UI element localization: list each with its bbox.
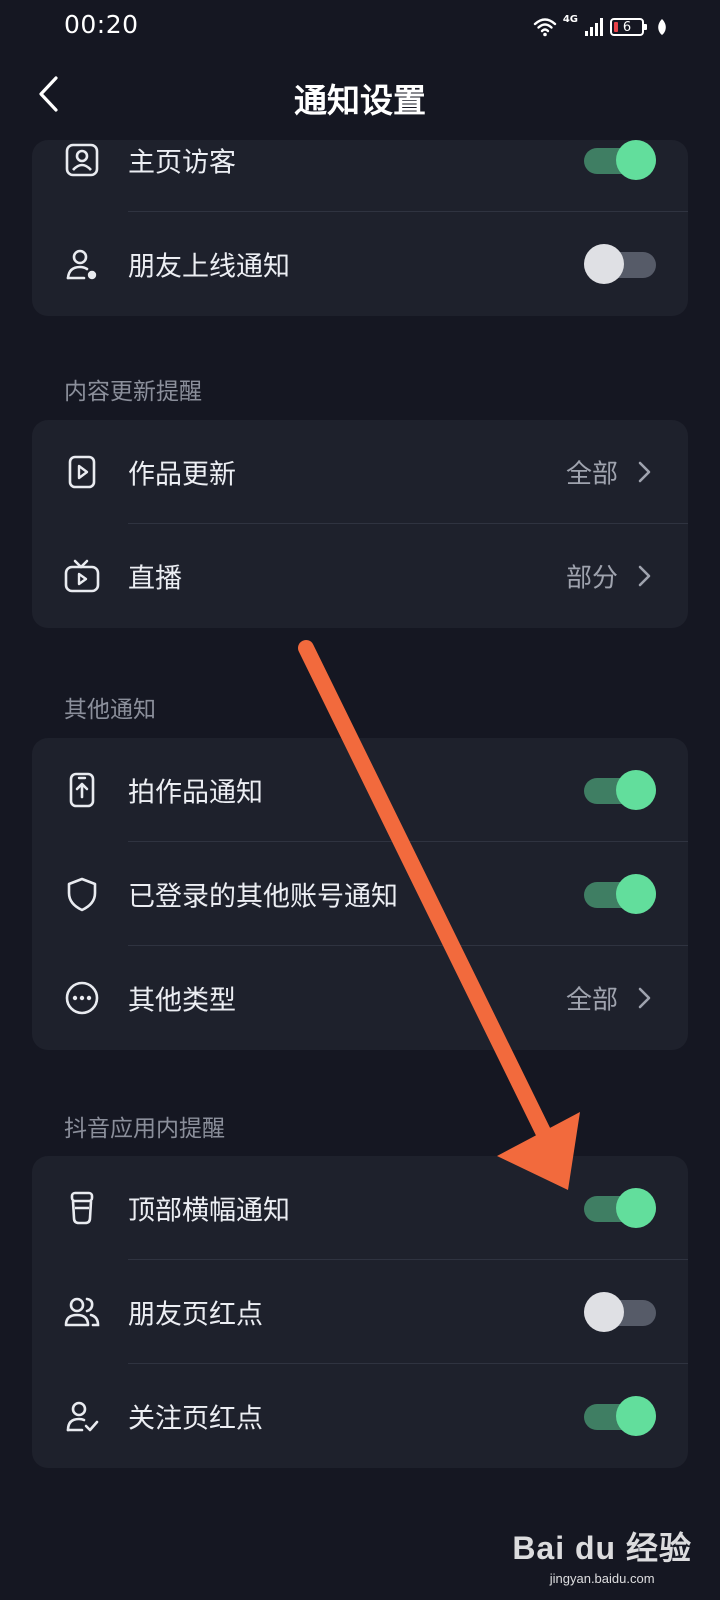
phone-upload-icon [62,770,102,810]
toggle-knob [616,874,656,914]
more-circle-icon [62,978,102,1018]
row-friends-red-dot[interactable]: 朋友页红点 [32,1260,688,1364]
shoot-works-toggle[interactable] [584,770,656,810]
row-live[interactable]: 直播 部分 [32,524,688,628]
row-label: 朋友上线通知 [128,251,290,283]
person-check-icon [62,1396,102,1436]
row-top-banner[interactable]: 顶部横幅通知 [32,1156,688,1260]
card-other: 拍作品通知 已登录的其他账号通知 其他类型 全部 [32,738,688,1050]
leaf-icon [658,19,666,35]
row-other-accounts[interactable]: 已登录的其他账号通知 [32,842,688,946]
card-social: 主页访客 朋友上线通知 [32,140,688,316]
person-card-icon [62,140,102,180]
baidu-jingyan-watermark: Bai du 经验 jingyan.baidu.com [512,1523,692,1586]
friends-red-dot-toggle[interactable] [584,1292,656,1332]
network-type-label: 4G [562,13,578,25]
status-bar: 00:20 4G 6 [0,0,720,54]
row-label: 作品更新 [128,459,236,491]
person-online-icon [62,244,102,284]
chevron-right-icon [638,461,651,483]
tv-icon [62,556,102,596]
toggle-knob [616,140,656,180]
toggle-knob [584,244,624,284]
row-homepage-visitors[interactable]: 主页访客 [32,140,688,212]
row-label: 关注页红点 [128,1403,263,1435]
row-label: 朋友页红点 [128,1299,263,1331]
row-following-red-dot[interactable]: 关注页红点 [32,1364,688,1468]
friends-icon [62,1292,102,1332]
top-banner-toggle[interactable] [584,1188,656,1228]
row-other-types[interactable]: 其他类型 全部 [32,946,688,1050]
battery-icon: 6 [610,18,647,36]
row-works-update[interactable]: 作品更新 全部 [32,420,688,524]
following-red-dot-toggle[interactable] [584,1396,656,1436]
chevron-right-icon [638,987,651,1009]
video-file-icon [62,452,102,492]
shield-icon [62,874,102,914]
wifi-icon [533,18,557,37]
toggle-knob [584,1292,624,1332]
status-icons: 4G 6 [533,12,668,42]
header: 通知设置 [0,54,720,140]
toggle-knob [616,1188,656,1228]
row-label: 已登录的其他账号通知 [128,881,398,913]
row-value: 全部 [565,459,618,490]
section-title-other: 其他通知 [64,697,156,723]
row-label: 顶部横幅通知 [128,1195,290,1227]
row-label: 其他类型 [128,985,236,1017]
row-friends-online[interactable]: 朋友上线通知 [32,212,688,316]
battery-level: 6 [622,19,632,35]
row-label: 主页访客 [128,147,236,179]
card-in-app: 顶部横幅通知 朋友页红点 关注页红点 [32,1156,688,1468]
row-label: 直播 [128,563,182,595]
watermark-logo: Bai du 经验 [512,1530,692,1566]
status-time: 00:20 [64,10,139,39]
toggle-knob [616,1396,656,1436]
row-value: 部分 [565,563,618,594]
section-title-content-updates: 内容更新提醒 [64,379,202,405]
chevron-right-icon [638,565,651,587]
other-accounts-toggle[interactable] [584,874,656,914]
banner-cup-icon [62,1188,102,1228]
page-title: 通知设置 [294,81,426,120]
toggle-knob [616,770,656,810]
signal-icon [585,18,603,36]
row-value: 全部 [565,985,618,1016]
row-shoot-works[interactable]: 拍作品通知 [32,738,688,842]
card-content-updates: 作品更新 全部 直播 部分 [32,420,688,628]
section-title-in-app: 抖音应用内提醒 [64,1116,225,1142]
homepage-visitors-toggle[interactable] [584,140,656,180]
watermark-url: jingyan.baidu.com [549,1571,655,1586]
friends-online-toggle[interactable] [584,244,656,284]
row-label: 拍作品通知 [128,777,263,809]
